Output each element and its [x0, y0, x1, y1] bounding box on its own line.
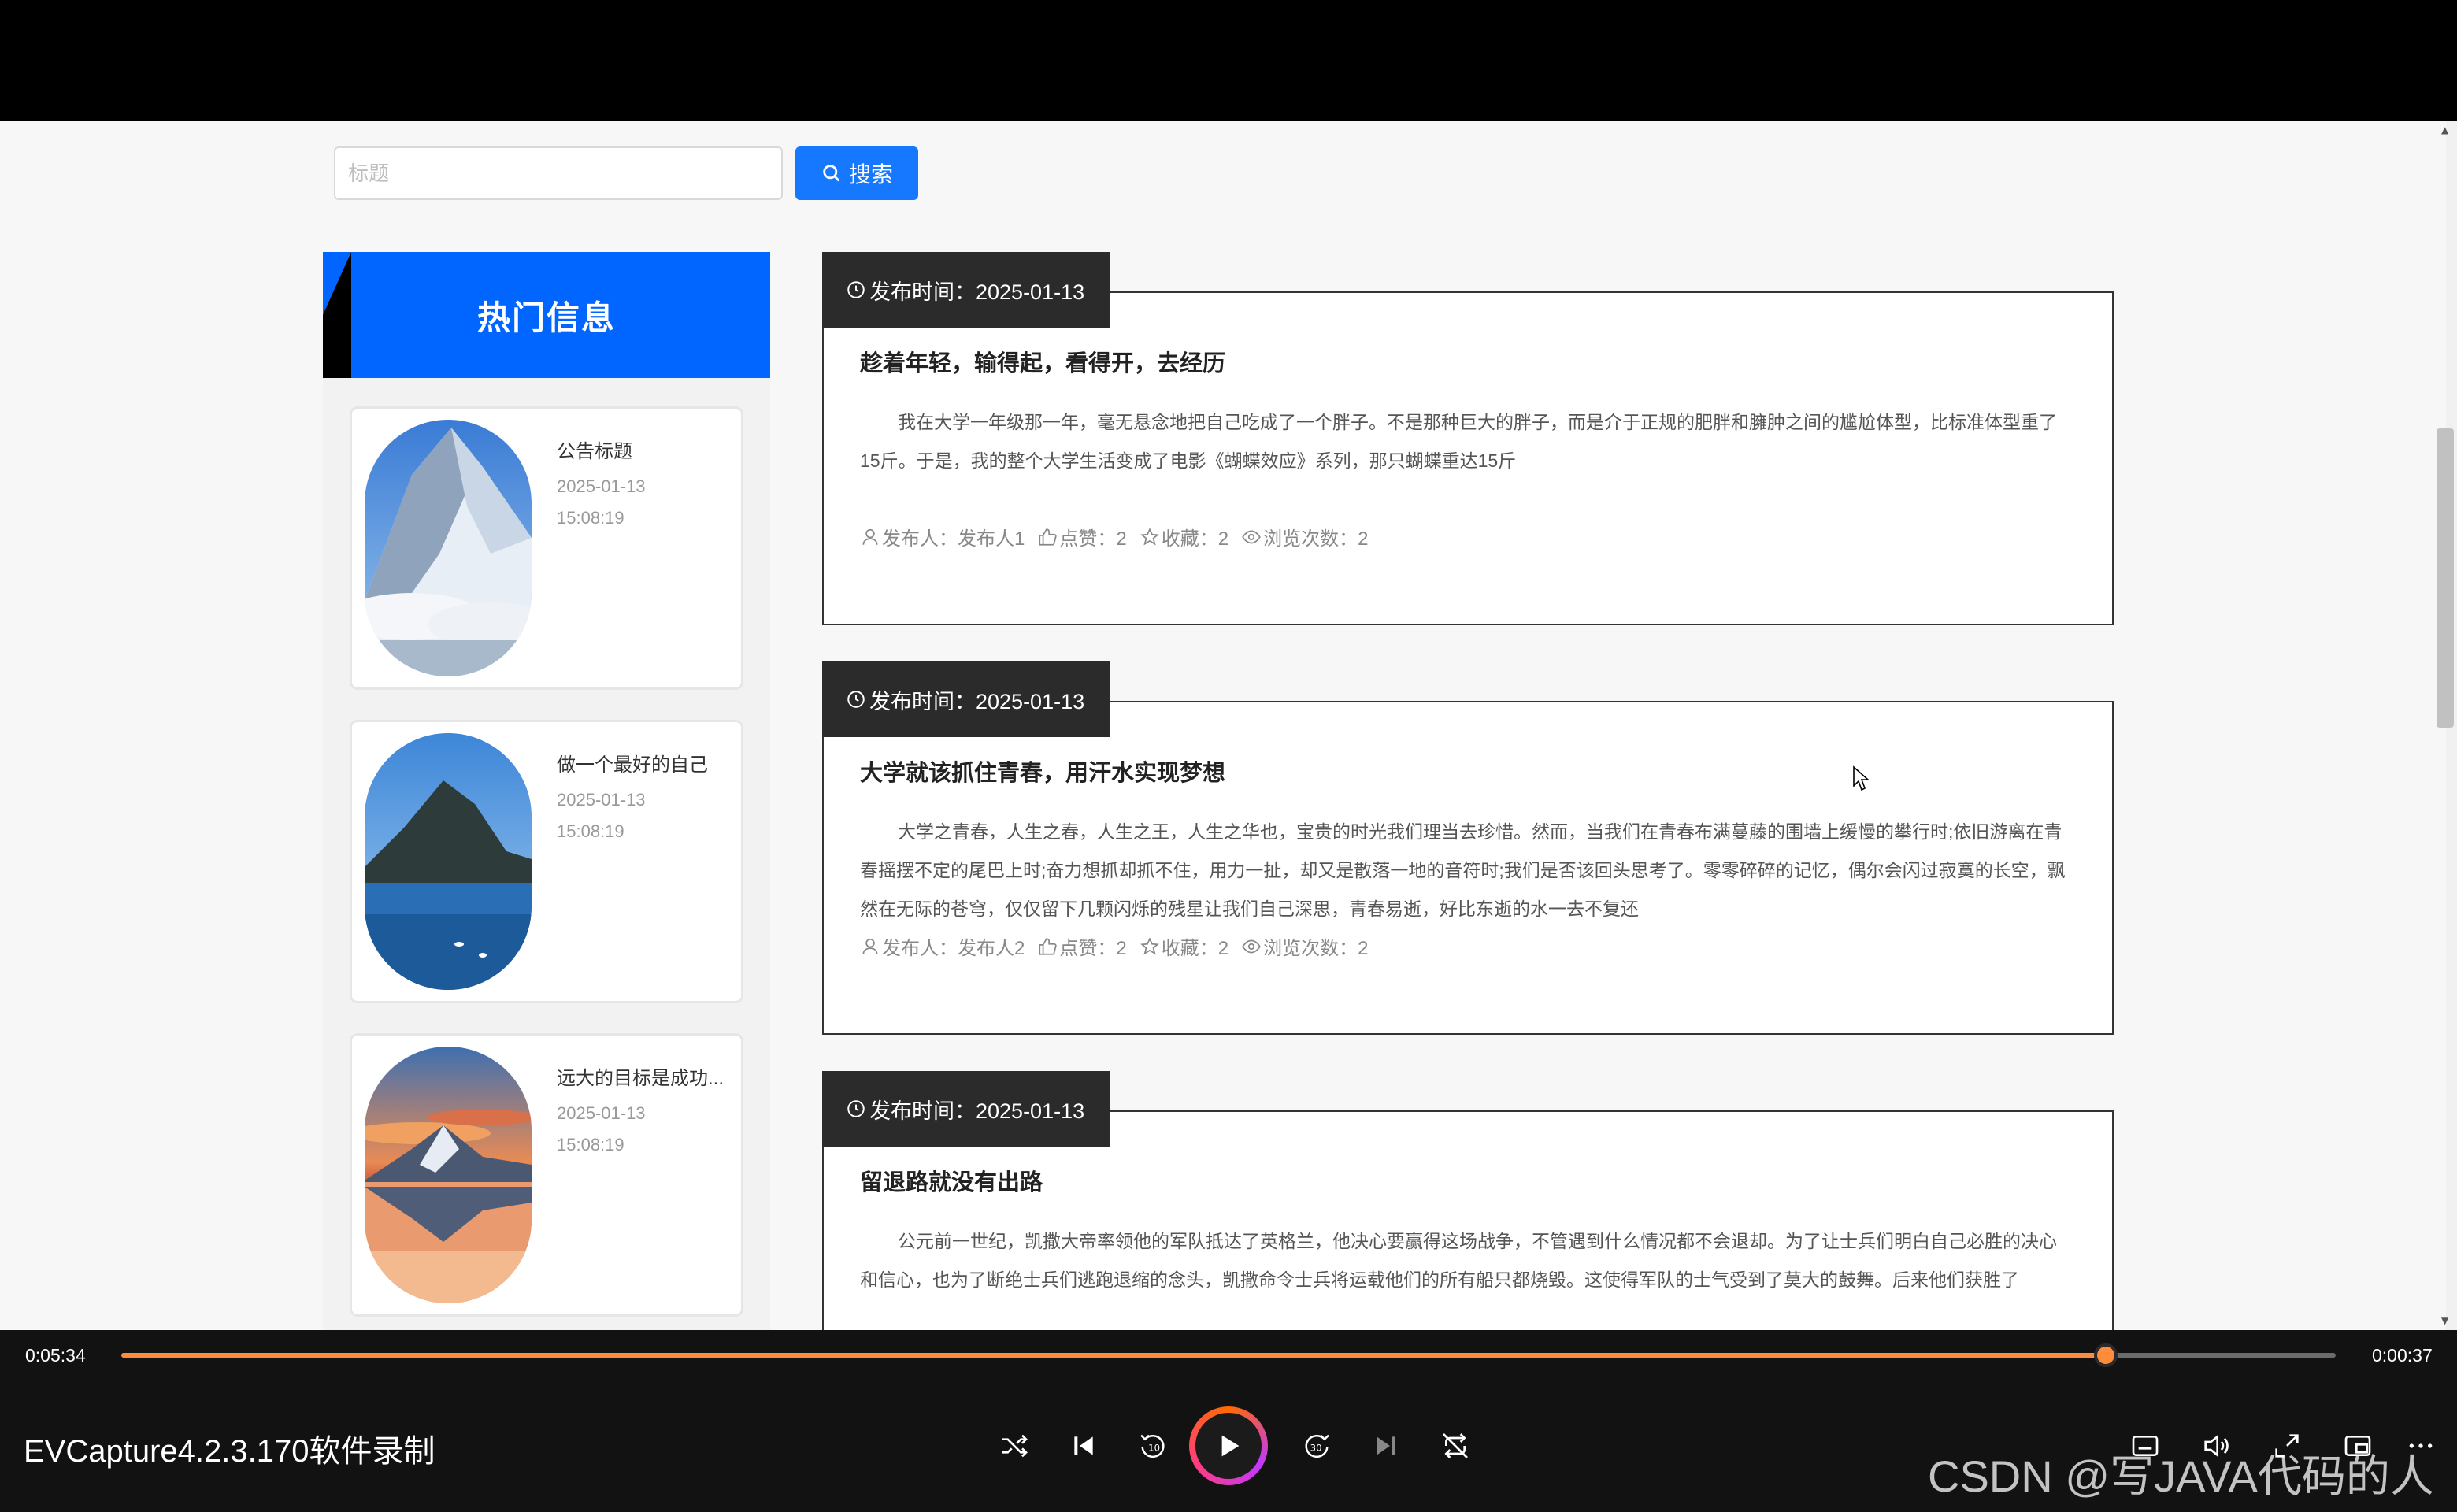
article-title[interactable]: 大学就该抓住青春，用汗水实现梦想	[860, 754, 1225, 788]
remaining-time: 0:00:37	[2372, 1345, 2433, 1366]
user-icon	[862, 938, 878, 954]
play-button-inner	[1195, 1413, 1262, 1479]
hot-info-card[interactable]: 做一个最好的自己 2025-01-13 15:08:19	[350, 720, 743, 1003]
progress-fill	[121, 1353, 2106, 1358]
lake-mountain-image	[365, 733, 532, 990]
repeat-off-icon	[1443, 1433, 1468, 1458]
views-text: 浏览次数：2	[1263, 938, 1369, 959]
author-text: 发布人：发布人2	[882, 938, 1025, 959]
article-summary: 大学之青春，人生之春，人生之王，人生之华也，宝贵的时光我们理当去珍惜。然而，当我…	[860, 821, 2066, 919]
previous-button[interactable]	[1065, 1427, 1102, 1465]
clock-icon	[847, 691, 865, 708]
article-summary: 公元前一世纪，凯撒大帝率领他的军队抵达了英格兰，他决心要赢得这场战争，不管遇到什…	[860, 1231, 2057, 1290]
hot-info-time: 15:08:19	[557, 1135, 624, 1154]
rewind-10-icon: 10	[1140, 1434, 1165, 1458]
scroll-up-arrow-icon[interactable]: ▲	[2441, 124, 2452, 135]
star-icon	[1140, 527, 1159, 545]
favorites-text: 收藏：2	[1161, 938, 1229, 959]
next-button[interactable]	[1367, 1427, 1405, 1465]
progress-bar[interactable]	[121, 1343, 2336, 1367]
hot-info-title[interactable]: 公告标题	[557, 435, 736, 463]
thumbs-up-icon	[1039, 937, 1058, 955]
search-icon	[823, 165, 840, 182]
shuffle-icon	[1002, 1434, 1028, 1458]
hot-info-time: 15:08:19	[557, 508, 624, 528]
article-title[interactable]: 趁着年轻，输得起，看得开，去经历	[860, 345, 1225, 378]
article-title[interactable]: 留退路就没有出路	[860, 1164, 1043, 1197]
sunset-lake-image	[365, 1047, 532, 1303]
skip-previous-icon	[1074, 1436, 1093, 1455]
views-text: 浏览次数：2	[1263, 528, 1369, 550]
mountain-snow-image	[365, 420, 532, 676]
publish-time-text: 发布时间：2025-01-13	[869, 280, 1085, 304]
publish-time-tag: 发布时间：2025-01-13	[822, 662, 1110, 737]
elapsed-time: 0:05:34	[25, 1345, 86, 1366]
svg-text:30: 30	[1310, 1443, 1322, 1454]
search-button-label: 搜索	[848, 162, 893, 187]
favorites-text: 收藏：2	[1161, 528, 1229, 550]
hot-info-date: 2025-01-13	[557, 790, 646, 810]
mouse-cursor-icon	[1853, 765, 1870, 791]
hot-info-card[interactable]: 远大的目标是成功... 2025-01-13 15:08:19	[350, 1033, 743, 1317]
user-icon	[862, 528, 878, 545]
scroll-down-arrow-icon[interactable]: ▼	[2441, 1315, 2452, 1326]
clock-icon	[847, 281, 865, 298]
search-button[interactable]: 搜索	[795, 146, 918, 200]
likes-text: 点赞：2	[1059, 938, 1127, 959]
hot-info-header: 热门信息	[323, 252, 770, 378]
play-button[interactable]	[1189, 1406, 1268, 1485]
repeat-button[interactable]	[1436, 1427, 1474, 1465]
progress-handle[interactable]	[2093, 1343, 2118, 1367]
hot-info-title[interactable]: 做一个最好的自己	[557, 749, 736, 776]
publish-time-tag: 发布时间：2025-01-13	[822, 1071, 1110, 1147]
publish-time-text: 发布时间：2025-01-13	[869, 689, 1085, 713]
page-scrollbar-thumb[interactable]	[2437, 428, 2454, 728]
play-icon	[1221, 1435, 1240, 1457]
publish-time-text: 发布时间：2025-01-13	[869, 1099, 1085, 1123]
eye-icon	[1242, 530, 1261, 543]
star-icon	[1140, 936, 1159, 954]
forward-30-icon: 30	[1305, 1434, 1329, 1458]
skip-next-icon	[1377, 1436, 1395, 1455]
csdn-watermark: CSDN @写JAVA代码的人	[1928, 1451, 2434, 1501]
clock-icon	[847, 1100, 865, 1117]
svg-text:10: 10	[1148, 1443, 1160, 1454]
thumbs-up-icon	[1039, 528, 1058, 546]
eye-icon	[1242, 939, 1261, 953]
publish-time-tag: 发布时间：2025-01-13	[822, 252, 1110, 328]
rewind-10-button[interactable]: 10	[1134, 1427, 1172, 1465]
hot-info-title: 热门信息	[476, 298, 616, 336]
hot-info-date: 2025-01-13	[557, 476, 646, 496]
hot-info-time: 15:08:19	[557, 821, 624, 841]
article-meta: 发布人：发布人2 点赞：2 收藏：2 浏览次数：2	[860, 932, 1380, 960]
hot-info-date: 2025-01-13	[557, 1103, 646, 1123]
author-text: 发布人：发布人1	[882, 528, 1025, 550]
likes-text: 点赞：2	[1059, 528, 1127, 550]
article-meta: 发布人：发布人1 点赞：2 收藏：2 浏览次数：2	[860, 523, 1380, 550]
video-top-letterbox	[0, 0, 2457, 121]
video-title: EVCapture4.2.3.170软件录制	[24, 1434, 435, 1469]
hot-info-title[interactable]: 远大的目标是成功...	[557, 1062, 736, 1090]
hot-info-card[interactable]: 公告标题 2025-01-13 15:08:19	[350, 406, 743, 690]
search-input[interactable]	[334, 146, 783, 200]
forward-30-button[interactable]: 30	[1298, 1427, 1336, 1465]
article-summary: 我在大学一年级那一年，毫无悬念地把自己吃成了一个胖子。不是那种巨大的胖子，而是介…	[860, 412, 2057, 471]
web-page: 搜索 热门信息 公告标题 2025-01-13 15:08:19	[0, 121, 2446, 1330]
shuffle-button[interactable]	[995, 1427, 1033, 1465]
